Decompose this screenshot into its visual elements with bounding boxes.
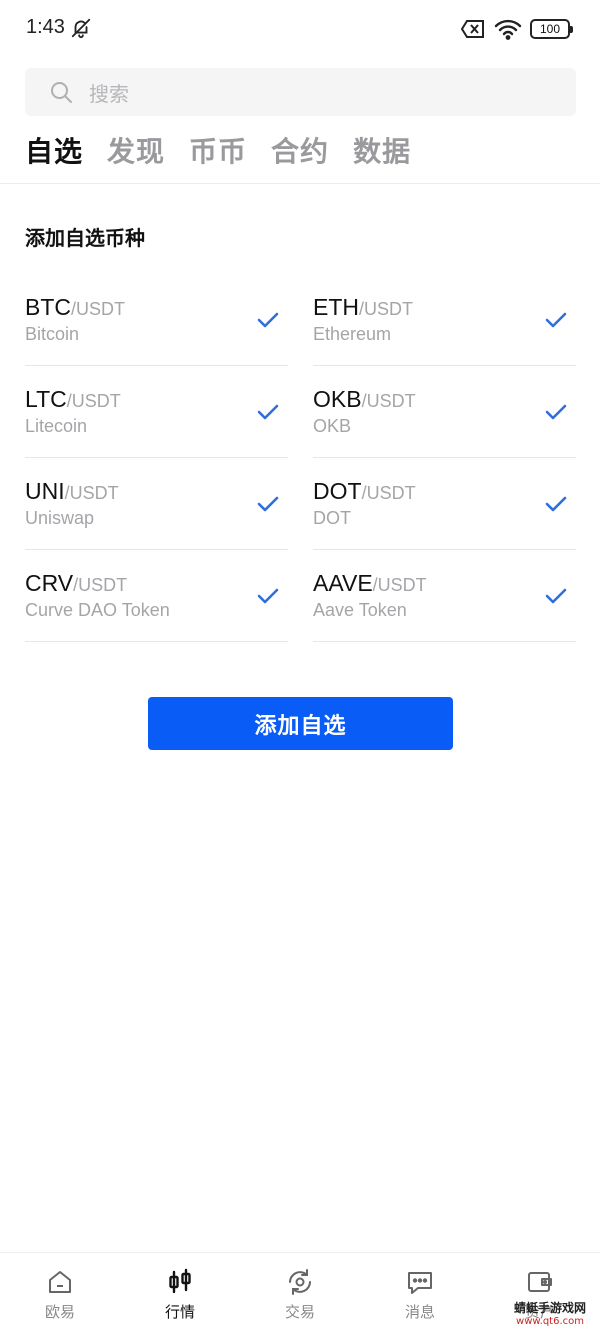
coin-name: Uniswap (25, 508, 95, 528)
checkmark-icon[interactable] (544, 494, 568, 514)
coin-name: Aave Token (313, 600, 407, 620)
status-time: 1:43 (26, 16, 65, 38)
coin-item-dot[interactable]: DOT/USDT DOT (313, 458, 576, 550)
market-tabs: 自选 发现 币币 合约 数据 (25, 130, 411, 170)
coin-pair: /USDT (372, 575, 427, 595)
coin-item-uni[interactable]: UNI/USDT Uniswap (25, 458, 288, 550)
coin-name: Litecoin (25, 416, 88, 436)
tab-discover[interactable]: 发现 (107, 130, 165, 170)
coin-symbol: OKB (313, 386, 362, 412)
coin-symbol: UNI (25, 478, 65, 504)
nav-item-home[interactable]: 欧易 (0, 1253, 120, 1333)
coin-name: Bitcoin (25, 324, 80, 344)
nav-label: 行情 (164, 1303, 195, 1321)
coin-pair: /USDT (361, 483, 416, 503)
coin-item-btc[interactable]: BTC/USDT Bitcoin (25, 274, 288, 366)
coin-pair: /USDT (359, 299, 413, 319)
coin-item-eth[interactable]: ETH/USDT Ethereum (313, 274, 576, 366)
coin-name: Ethereum (313, 324, 392, 344)
coin-item-crv[interactable]: CRV/USDT Curve DAO Token (25, 550, 288, 642)
coin-pair: /USDT (64, 483, 119, 503)
wallet-icon (528, 1272, 552, 1292)
watermark: 蜻蜓手游戏网 www.qt6.com (504, 1301, 596, 1331)
status-icons: 100 (460, 18, 573, 40)
tab-favorites[interactable]: 自选 (25, 130, 83, 170)
coin-name: OKB (313, 416, 352, 436)
sim-off-icon (460, 20, 484, 38)
nav-item-trade[interactable]: 交易 (240, 1253, 360, 1333)
coin-symbol: AAVE (313, 570, 373, 596)
bell-off-icon (71, 18, 91, 39)
tabs-divider (0, 183, 600, 184)
checkmark-icon[interactable] (256, 402, 280, 422)
checkmark-icon[interactable] (256, 586, 280, 606)
nav-item-messages[interactable]: 消息 (360, 1253, 480, 1333)
coin-item-aave[interactable]: AAVE/USDT Aave Token (313, 550, 576, 642)
coin-name: DOT (313, 508, 351, 528)
coin-symbol: ETH (313, 294, 359, 320)
tab-data[interactable]: 数据 (353, 130, 411, 170)
coin-pair: /USDT (73, 575, 128, 595)
coin-symbol: DOT (313, 478, 362, 504)
checkmark-icon[interactable] (544, 402, 568, 422)
nav-label: 消息 (404, 1303, 435, 1321)
battery-icon: 100 (530, 19, 573, 39)
nav-label: 欧易 (44, 1303, 75, 1321)
wifi-icon (494, 19, 522, 40)
search-input[interactable]: 搜索 (25, 68, 576, 116)
coin-symbol: BTC (25, 294, 71, 320)
coin-item-okb[interactable]: OKB/USDT OKB (313, 366, 576, 458)
tab-spot[interactable]: 币币 (189, 130, 247, 170)
nav-label: 交易 (284, 1303, 315, 1321)
checkmark-icon[interactable] (256, 310, 280, 330)
home-icon (49, 1271, 71, 1293)
checkmark-icon[interactable] (544, 586, 568, 606)
coin-name: Curve DAO Token (25, 600, 170, 620)
status-bar: 1:43 100 (0, 0, 600, 60)
candlestick-icon (169, 1268, 191, 1294)
add-favorites-button[interactable]: 添加自选 (148, 697, 453, 750)
coin-grid: BTC/USDT Bitcoin ETH/USDT Ethereum LTC/U… (25, 274, 576, 642)
coin-pair: /USDT (361, 391, 416, 411)
watermark-url: www.qt6.com (516, 1316, 584, 1327)
section-title: 添加自选币种 (25, 226, 145, 250)
nav-item-markets[interactable]: 行情 (120, 1253, 240, 1333)
trade-icon (289, 1269, 311, 1295)
coin-item-ltc[interactable]: LTC/USDT Litecoin (25, 366, 288, 458)
message-icon (408, 1272, 432, 1294)
checkmark-icon[interactable] (256, 494, 280, 514)
coin-symbol: CRV (25, 570, 74, 596)
watermark-text: 蜻蜓手游戏网 (513, 1301, 586, 1315)
tab-contracts[interactable]: 合约 (271, 130, 329, 170)
search-placeholder: 搜索 (89, 81, 129, 106)
coin-pair: /USDT (66, 391, 121, 411)
coin-pair: /USDT (71, 299, 125, 319)
search-icon (51, 82, 72, 103)
checkmark-icon[interactable] (544, 310, 568, 330)
coin-symbol: LTC (25, 386, 67, 412)
